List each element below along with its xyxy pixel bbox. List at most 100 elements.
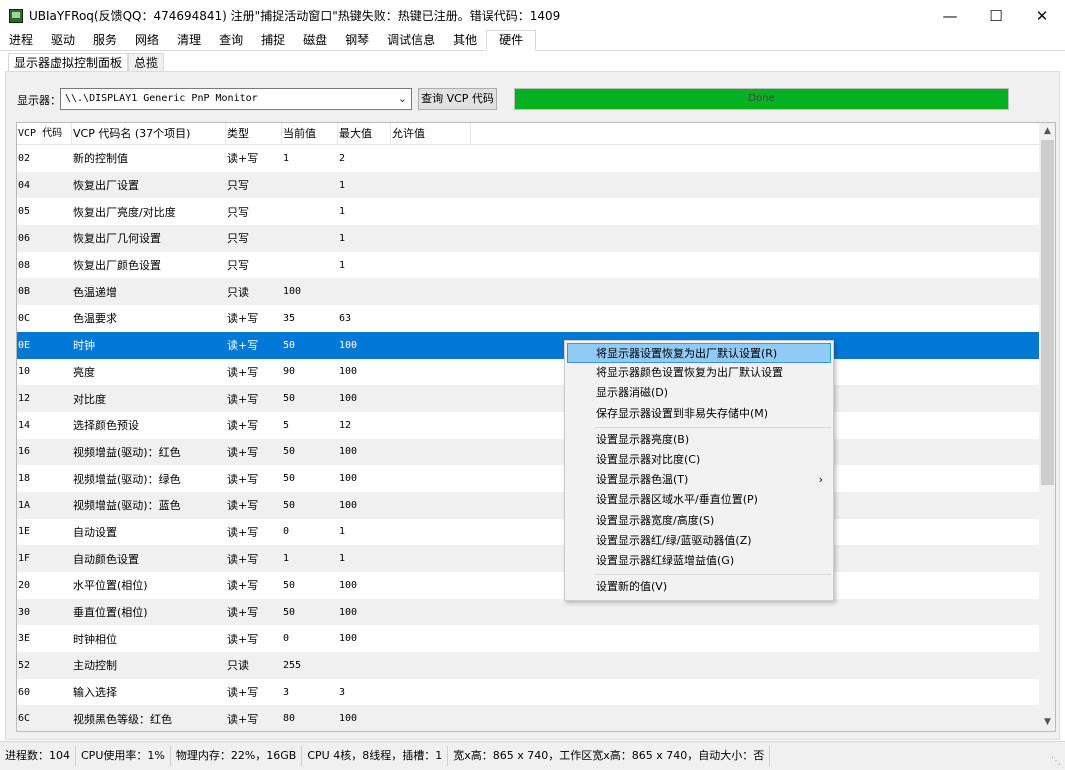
context-menu-item[interactable]: 设置新的值(V) — [565, 577, 833, 597]
tab-overview[interactable]: 总揽 — [128, 53, 165, 71]
table-row[interactable]: 1F 自动颜色设置 读+写 1 1 — [17, 545, 1039, 572]
cell-type: 读+写 — [227, 312, 259, 326]
table-row[interactable]: 20 水平位置(相位) 读+写 50 100 — [17, 572, 1039, 599]
table-row[interactable]: 16 视频增益(驱动)：红色 读+写 50 100 — [17, 438, 1039, 466]
cell-vcp-name: 恢复出厂亮度/对比度 — [73, 205, 176, 219]
resize-grip-icon[interactable]: ⋱ — [1051, 756, 1063, 768]
context-menu-item-label: 保存显示器设置到非易失存储中(M) — [596, 406, 769, 420]
table-row[interactable]: 10 亮度 读+写 90 100 — [17, 359, 1039, 386]
table-row[interactable]: 14 选择颜色预设 读+写 5 12 — [17, 412, 1039, 439]
table-row[interactable]: 1E 自动设置 读+写 0 1 — [17, 519, 1039, 546]
tab-debug-info[interactable]: 调试信息 — [378, 31, 444, 50]
close-button[interactable]: ✕ — [1019, 0, 1065, 31]
table-row[interactable]: 12 对比度 读+写 50 100 — [17, 385, 1039, 412]
col-header-vcp-code[interactable]: VCP 代码 — [17, 123, 72, 145]
scroll-up-icon[interactable]: ▲ — [1039, 123, 1055, 140]
table-row[interactable]: 6C 视频黑色等级：红色 读+写 80 100 — [17, 705, 1039, 731]
tab-capture[interactable]: 捕捉 — [252, 31, 294, 50]
cell-vcp-name: 对比度 — [73, 392, 106, 406]
col-header-type[interactable]: 类型 — [226, 123, 282, 145]
cell-type: 读+写 — [227, 686, 259, 700]
col-header-max[interactable]: 最大值 — [338, 123, 391, 145]
minimize-button[interactable]: — — [927, 0, 973, 31]
tab-other[interactable]: 其他 — [444, 31, 486, 50]
cell-vcp-name: 输入选择 — [73, 686, 117, 700]
context-menu-item-label: 设置显示器区域水平/垂直位置(P) — [596, 493, 758, 507]
context-menu-item-label: 设置显示器色温(T) — [596, 473, 689, 487]
context-menu-item[interactable]: 设置显示器对比度(C) — [565, 450, 833, 470]
menu-separator — [595, 574, 831, 576]
tab-query[interactable]: 查询 — [210, 31, 252, 50]
cell-max: 1 — [339, 179, 346, 191]
tab-monitor-control-panel[interactable]: 显示器虚拟控制面板 — [8, 53, 129, 71]
context-menu-item[interactable]: 设置显示器色温(T) › — [565, 470, 833, 490]
cell-vcp-code: 06 — [18, 232, 31, 244]
cell-max: 1 — [339, 259, 346, 271]
monitor-select-value: \\.\DISPLAY1 Generic PnP Monitor — [65, 93, 258, 104]
table-row[interactable]: 3E 时钟相位 读+写 0 100 — [17, 625, 1039, 652]
table-row[interactable]: 06 恢复出厂几何设置 只写 1 — [17, 225, 1039, 252]
table-row[interactable]: 02 新的控制值 读+写 1 2 — [17, 145, 1039, 172]
maximize-button[interactable]: ☐ — [973, 0, 1019, 31]
cell-vcp-name: 时钟相位 — [73, 632, 117, 646]
cell-vcp-code: 1A — [18, 499, 31, 511]
monitor-control-panel: 显示器： \\.\DISPLAY1 Generic PnP Monitor ⌄ … — [5, 71, 1060, 740]
context-menu-item[interactable]: 显示器消磁(D) — [565, 383, 833, 403]
context-menu: 将显示器设置恢复为出厂默认设置(R) 将显示器颜色设置恢复为出厂默认设置 显示器消磁… — [564, 340, 834, 601]
table-row[interactable]: 04 恢复出厂设置 只写 1 — [17, 171, 1039, 199]
context-menu-item[interactable]: 设置显示器亮度(B) — [565, 430, 833, 450]
monitor-select[interactable]: \\.\DISPLAY1 Generic PnP Monitor ⌄ — [60, 88, 412, 110]
progress-bar: Done — [514, 88, 1009, 110]
table-row[interactable]: 08 恢复出厂颜色设置 只写 1 — [17, 252, 1039, 279]
col-header-allowed[interactable]: 允许值 — [391, 123, 471, 145]
cell-vcp-name: 视频增益(驱动)：红色 — [73, 445, 181, 459]
tab-driver[interactable]: 驱动 — [42, 31, 84, 50]
col-header-current[interactable]: 当前值 — [282, 123, 338, 145]
cell-type: 读+写 — [227, 606, 259, 620]
table-row[interactable]: 0E 时钟 读+写 50 100 — [17, 331, 1039, 359]
query-vcp-button[interactable]: 查询 VCP 代码 — [418, 88, 497, 110]
context-menu-item[interactable]: 设置显示器红绿蓝增益值(G) — [565, 551, 833, 571]
table-row[interactable]: 52 主动控制 只读 255 — [17, 652, 1039, 679]
tab-network[interactable]: 网络 — [126, 31, 168, 50]
table-row[interactable]: 60 输入选择 读+写 3 3 — [17, 679, 1039, 706]
table-row[interactable]: 0C 色温要求 读+写 35 63 — [17, 305, 1039, 332]
tab-service[interactable]: 服务 — [84, 31, 126, 50]
context-menu-item[interactable]: 设置显示器宽度/高度(S) — [565, 511, 833, 531]
tab-disk[interactable]: 磁盘 — [294, 31, 336, 50]
cell-vcp-name: 色温要求 — [73, 312, 117, 326]
cell-vcp-code: 52 — [18, 659, 31, 671]
vcp-list-body: 02 新的控制值 读+写 1 2 04 恢复出厂设置 只写 1 05 恢复出厂亮度/对比度 只写 1 06… — [17, 145, 1039, 731]
context-menu-item[interactable]: 保存显示器设置到非易失存储中(M) — [565, 404, 833, 424]
status-process-count: 进程数：104 — [0, 746, 76, 766]
cell-vcp-name: 时钟 — [73, 339, 95, 353]
tab-hardware[interactable]: 硬件 — [486, 30, 537, 51]
context-menu-item[interactable]: 将显示器设置恢复为出厂默认设置(R) — [567, 343, 831, 364]
cell-vcp-code: 60 — [18, 686, 31, 698]
cell-vcp-code: 16 — [18, 446, 31, 458]
context-menu-item-label: 将显示器设置恢复为出厂默认设置(R) — [596, 347, 778, 360]
context-menu-item[interactable]: 将显示器颜色设置恢复为出厂默认设置 — [565, 363, 833, 383]
table-row[interactable]: 30 垂直位置(相位) 读+写 50 100 — [17, 598, 1039, 626]
tab-process[interactable]: 进程 — [0, 31, 42, 50]
vcp-list[interactable]: VCP 代码 VCP 代码名 (37个项目) 类型 当前值 最大值 允许值 02… — [16, 122, 1056, 732]
tab-cleanup[interactable]: 清理 — [168, 31, 210, 50]
cell-type: 只写 — [227, 259, 249, 273]
cell-type: 只写 — [227, 232, 249, 246]
window-title: UBIaYFRoq(反馈QQ：474694841) 注册"捕捉活动窗口"热键失败… — [29, 9, 561, 23]
cell-vcp-name: 新的控制值 — [73, 152, 128, 166]
scroll-down-icon[interactable]: ▼ — [1039, 714, 1055, 731]
cell-current: 5 — [283, 419, 290, 431]
table-row[interactable]: 18 视频增益(驱动)：绿色 读+写 50 100 — [17, 465, 1039, 492]
tab-piano[interactable]: 钢琴 — [336, 31, 378, 50]
vertical-scrollbar[interactable]: ▲ ▼ — [1039, 123, 1055, 731]
context-menu-item[interactable]: 设置显示器红/绿/蓝驱动器值(Z) — [565, 531, 833, 551]
context-menu-item[interactable]: 设置显示器区域水平/垂直位置(P) — [565, 490, 833, 510]
scroll-thumb[interactable] — [1041, 140, 1054, 485]
table-row[interactable]: 1A 视频增益(驱动)：蓝色 读+写 50 100 — [17, 491, 1039, 519]
table-row[interactable]: 0B 色温递增 只读 100 — [17, 278, 1039, 306]
cell-vcp-code: 04 — [18, 179, 31, 191]
table-row[interactable]: 05 恢复出厂亮度/对比度 只写 1 — [17, 198, 1039, 225]
cell-vcp-code: 3E — [18, 633, 31, 645]
col-header-vcp-name[interactable]: VCP 代码名 (37个项目) — [72, 123, 226, 145]
